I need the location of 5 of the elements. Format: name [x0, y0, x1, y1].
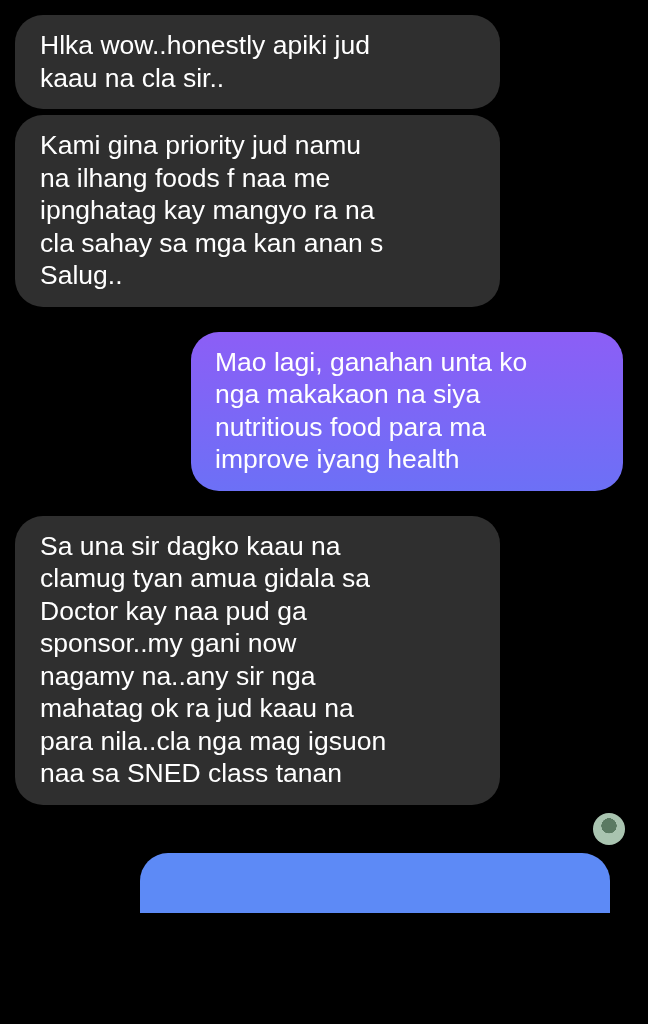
received-message-bubble: Sa una sir dagko kaau na clamug tyan amua gidala sa Doctor kay naa pud ga sponsor..my gani now nagamy na..any sir nga mahatag ok ra jud kaau na para nila..cla nga mag igsuon naa sa SNED class tanan	[15, 515, 500, 805]
sent-message-bubble: Mao lagi, ganahan unta ko nga makakaon na siya nutritious food para ma improve iyang health	[191, 331, 623, 491]
received-message-bubble: Kami gina priority jud namu na ilhang foods f naa me ipnghatag kay mangyo ra na cla sahay sa mga kan anan s Salug..	[15, 115, 500, 307]
received-message-bubble: Hlka wow..honestly apiki jud kaau na cla sir..	[15, 15, 500, 109]
seen-avatar	[593, 812, 625, 845]
